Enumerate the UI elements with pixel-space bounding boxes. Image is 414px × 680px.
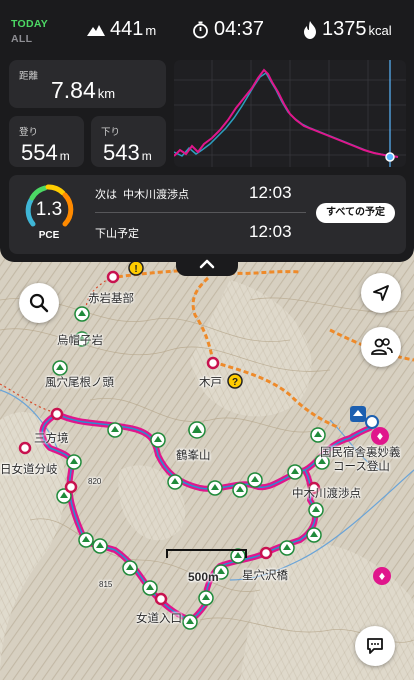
descent-value: 543 xyxy=(103,140,140,165)
stopwatch-icon xyxy=(193,21,208,38)
peak-marker xyxy=(188,421,206,439)
next-time: 12:03 xyxy=(249,183,292,202)
elevation-actual-line xyxy=(174,68,399,158)
members-button[interactable] xyxy=(361,327,401,367)
chat-bubble-icon xyxy=(367,638,383,654)
flame-icon xyxy=(304,20,316,39)
all-tab[interactable]: ALL xyxy=(11,33,32,45)
climb-unit: m xyxy=(145,23,157,38)
pace-value: 1.3 xyxy=(35,199,63,220)
map-label-tsurumine: 鶴峯山 xyxy=(176,450,211,462)
today-tab[interactable]: TODAY xyxy=(11,18,48,30)
descent-plan-time: 12:03 xyxy=(249,222,292,241)
ascent-label: 登り xyxy=(19,127,39,138)
mountain-icon xyxy=(87,24,105,36)
svg-text:♦: ♦ xyxy=(376,432,385,443)
current-position-dot xyxy=(385,152,395,162)
plan-divider xyxy=(95,212,306,213)
descent-unit: m xyxy=(141,149,152,163)
ascent-value: 554 xyxy=(21,140,58,165)
pace-label: PCE xyxy=(38,230,60,241)
activity-panel: TODAY ALL 441 m 04:37 1375 kcal 距離 7.84 … xyxy=(0,0,414,262)
location-arrow-icon xyxy=(373,285,389,301)
descent-value-group: 543 m xyxy=(103,140,152,166)
descent-label: 下り xyxy=(101,127,121,138)
next-place: 中木川渡渉点 xyxy=(123,189,189,201)
people-icon xyxy=(371,338,393,355)
time-stat: 04:37 xyxy=(192,18,264,41)
calories-value: 1375 xyxy=(322,18,367,40)
chat-button[interactable] xyxy=(355,626,395,666)
time-value: 04:37 xyxy=(214,18,265,40)
distance-unit: km xyxy=(97,86,116,101)
scale-label: 500m xyxy=(188,570,219,584)
map-label-sanpou: 三方境 xyxy=(34,433,69,445)
svg-text:?: ? xyxy=(232,377,238,388)
next-label: 次は xyxy=(95,189,117,201)
distance-card: 距離 7.84 km xyxy=(9,60,166,108)
search-button[interactable] xyxy=(19,283,59,323)
climb-value: 441 xyxy=(110,18,144,40)
calories-unit: kcal xyxy=(368,23,392,38)
distance-value: 7.84 xyxy=(51,77,96,103)
schedule-card: 1.3 PCE 次は 中木川渡渉点 12:03 下山予定 12:03 すべての予… xyxy=(9,175,406,254)
chevron-up-icon xyxy=(199,259,215,269)
locate-button[interactable] xyxy=(361,273,401,313)
elevation-profile-chart[interactable] xyxy=(174,60,406,167)
collapse-panel-button[interactable] xyxy=(176,254,238,276)
svg-text:!: ! xyxy=(134,264,137,275)
svg-text:♦: ♦ xyxy=(378,572,387,583)
descent-plan-label: 下山予定 xyxy=(95,228,139,240)
map-label-akaiwa: 赤岩基部 xyxy=(88,293,134,305)
map-label-kido: 木戸 xyxy=(199,377,222,389)
search-icon xyxy=(29,293,49,313)
hut-marker xyxy=(350,406,366,422)
contour-label-820: 820 xyxy=(88,477,102,486)
elevation-plan-line xyxy=(174,71,399,158)
stats-row: TODAY ALL 441 m 04:37 1375 kcal xyxy=(0,10,414,54)
elevation-profile-svg xyxy=(174,60,406,167)
map-label-medo-iriguchi: 女道入口 xyxy=(136,613,182,625)
descent-card: 下り 543 m xyxy=(91,116,166,167)
distance-value-group: 7.84 km xyxy=(51,77,115,104)
map-label-kokumin-course: コース登山 xyxy=(333,461,390,473)
pace-gauge: 1.3 PCE xyxy=(23,182,75,242)
ascent-unit: m xyxy=(59,149,70,163)
distance-label: 距離 xyxy=(19,71,39,82)
contour-label-815: 815 xyxy=(99,580,113,589)
map-label-nakagi: 中木川渡渉点 xyxy=(292,488,361,500)
ascent-value-group: 554 m xyxy=(21,140,70,166)
ascent-card: 登り 554 m xyxy=(9,116,84,167)
all-schedules-button[interactable]: すべての予定 xyxy=(316,203,395,223)
map-label-hoshiana: 星穴沢橋 xyxy=(242,570,288,582)
calories-stat: 1375 kcal xyxy=(303,18,392,41)
map-label-fuketsu: 風穴尾根ノ頭 xyxy=(45,377,114,389)
map-label-medo-bunki: 日女道分岐 xyxy=(0,464,58,476)
map-label-eboshi: 烏帽子岩 xyxy=(57,335,103,347)
climb-stat: 441 m xyxy=(87,18,156,41)
